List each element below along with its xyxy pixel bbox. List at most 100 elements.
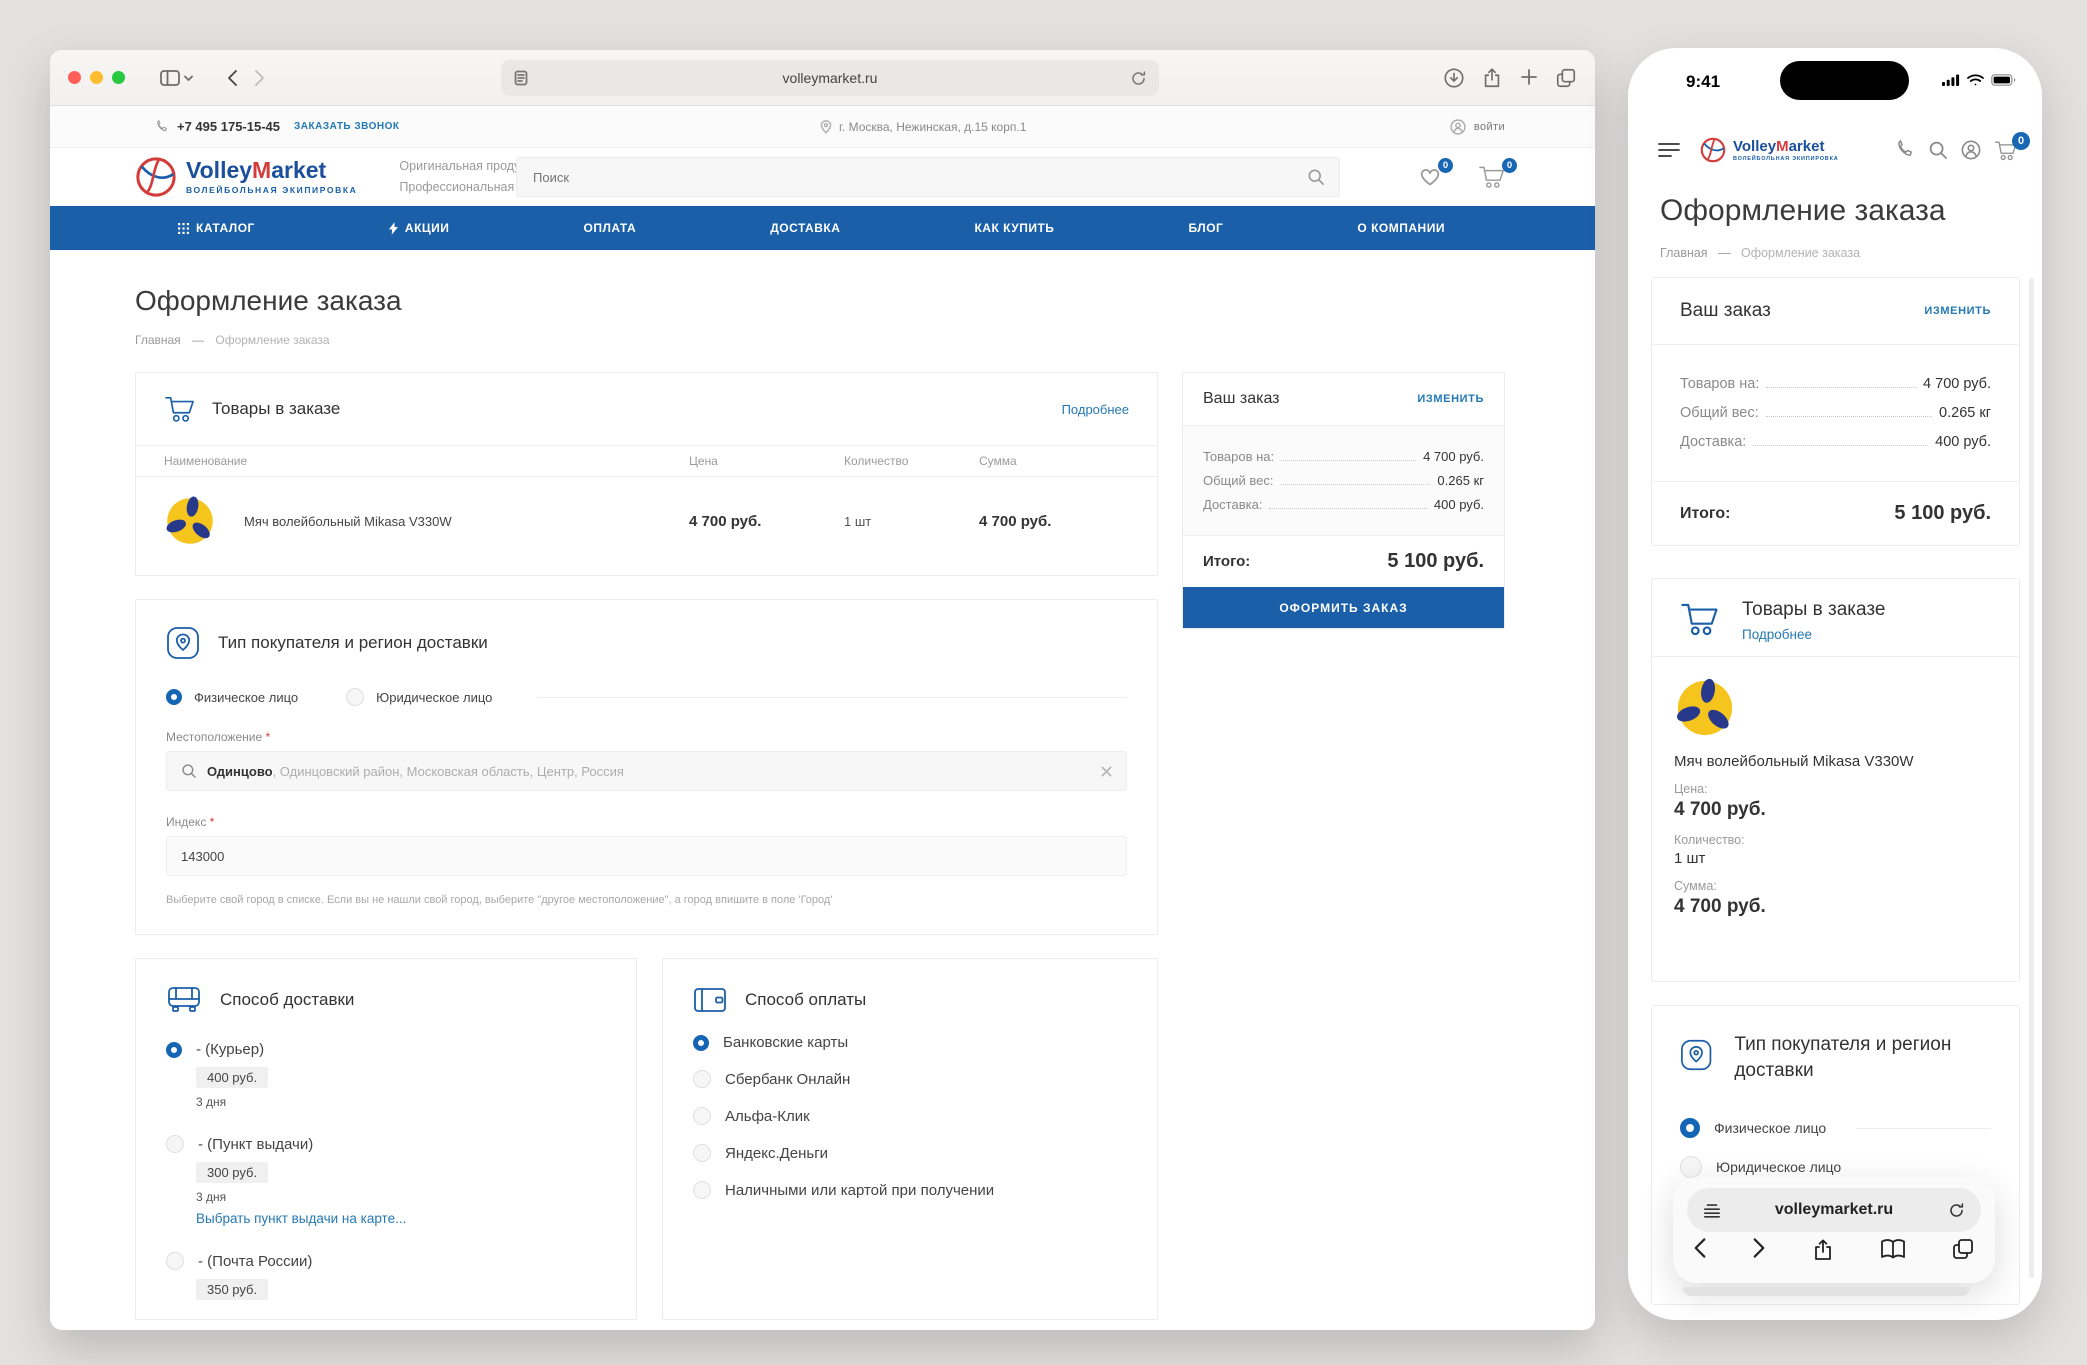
scrollbar[interactable] <box>2029 278 2034 1278</box>
post-label[interactable]: - (Почта России) <box>198 1253 312 1270</box>
breadcrumb-home[interactable]: Главная <box>135 333 181 347</box>
delivery-method-card: Способ доставки - (Курьер) 400 руб. 3 дн… <box>135 958 637 1320</box>
site-page: +7 495 175-15-45 ЗАКАЗАТЬ ЗВОНОК г. Моск… <box>50 106 1595 1320</box>
radio-bank-cards[interactable] <box>693 1035 709 1051</box>
product-image[interactable] <box>164 495 216 547</box>
total-value: 5 100 руб. <box>1387 550 1484 573</box>
cash-label[interactable]: Наличными или картой при получении <box>725 1182 994 1199</box>
nav-item-how-to-buy[interactable]: КАК КУПИТЬ <box>974 221 1054 235</box>
share-icon[interactable] <box>1811 1237 1835 1263</box>
downloads-icon[interactable] <box>1443 67 1465 89</box>
close-window-button[interactable] <box>68 71 81 84</box>
search-icon[interactable] <box>1307 168 1325 186</box>
courier-label[interactable]: - (Курьер) <box>196 1041 264 1058</box>
submit-order-button[interactable]: ОФОРМИТЬ ЗАКАЗ <box>1183 587 1504 628</box>
address-bar[interactable]: volleymarket.ru <box>501 60 1159 96</box>
breadcrumb: Главная — Оформление заказа <box>135 333 1505 347</box>
nav-item-blog[interactable]: БЛОГ <box>1188 221 1223 235</box>
breadcrumb-home[interactable]: Главная <box>1660 246 1708 260</box>
nav-item-about[interactable]: О КОМПАНИИ <box>1357 221 1445 235</box>
sberbank-label[interactable]: Сбербанк Онлайн <box>725 1071 850 1088</box>
dynamic-island <box>1780 61 1909 100</box>
payment-option-cards: Банковские карты <box>693 1034 1127 1051</box>
yandex-label[interactable]: Яндекс.Деньги <box>725 1145 828 1162</box>
order-items-more-link[interactable]: Подробнее <box>1062 402 1129 417</box>
delivery-option-pickup: - (Пункт выдачи) 300 руб. 3 дня Выбрать … <box>166 1135 606 1226</box>
brand-logo[interactable]: VolleyMarket ВОЛЕЙБОЛЬНАЯ ЭКИПИРОВКА <box>135 156 357 198</box>
bank-cards-label[interactable]: Банковские карты <box>723 1034 848 1051</box>
mobile-header: VolleyMarket ВОЛЕЙБОЛЬНАЯ ЭКИПИРОВКА 0 <box>1628 126 2042 174</box>
summary-edit-link[interactable]: ИЗМЕНИТЬ <box>1417 393 1484 405</box>
hamburger-menu-icon[interactable] <box>1658 142 1680 158</box>
cart-button[interactable]: 0 <box>1994 140 2018 161</box>
nav-item-delivery[interactable]: ДОСТАВКА <box>770 221 840 235</box>
reader-icon[interactable] <box>1703 1203 1721 1218</box>
index-label: Индекс <box>166 815 206 829</box>
account-icon[interactable] <box>1961 140 1981 160</box>
new-tab-icon[interactable] <box>1519 67 1539 89</box>
clear-icon[interactable] <box>1101 766 1112 777</box>
post-price-badge: 350 руб. <box>196 1279 268 1300</box>
phone-number[interactable]: +7 495 175-15-45 <box>177 119 280 134</box>
delivery-method-title: Способ доставки <box>220 990 354 1010</box>
login-link[interactable]: войти <box>1450 119 1505 135</box>
phone-icon[interactable] <box>1895 140 1915 160</box>
radio-legal-entity[interactable] <box>1680 1156 1702 1178</box>
mobile-brand-logo[interactable]: VolleyMarket ВОЛЕЙБОЛЬНАЯ ЭКИПИРОВКА <box>1700 137 1839 163</box>
nav-item-sales[interactable]: АКЦИИ <box>389 221 450 235</box>
radio-courier[interactable] <box>166 1042 182 1058</box>
radio-legal-entity-label[interactable]: Юридическое лицо <box>376 690 492 705</box>
order-items-more-link[interactable]: Подробнее <box>1742 627 1885 642</box>
radio-post[interactable] <box>166 1252 184 1270</box>
index-input[interactable] <box>181 849 1112 864</box>
radio-individual-label[interactable]: Физическое лицо <box>1714 1120 1826 1136</box>
order-summary-card: Ваш заказ ИЗМЕНИТЬ Товаров на:4 700 руб.… <box>1182 372 1505 629</box>
callback-link[interactable]: ЗАКАЗАТЬ ЗВОНОК <box>294 121 400 132</box>
mobile-url-text: volleymarket.ru <box>1775 1201 1893 1219</box>
product-name[interactable]: Мяч волейбольный Mikasa V330W <box>244 514 452 529</box>
forward-button[interactable] <box>254 69 265 87</box>
forward-icon[interactable] <box>1752 1237 1766 1259</box>
bookmarks-icon[interactable] <box>1880 1237 1906 1261</box>
product-image[interactable] <box>1674 677 1736 739</box>
search-input[interactable] <box>517 170 1307 185</box>
alfa-label[interactable]: Альфа-Клик <box>725 1108 810 1125</box>
radio-individual[interactable] <box>166 689 182 705</box>
reload-icon[interactable] <box>1948 1202 1965 1219</box>
zoom-window-button[interactable] <box>112 71 125 84</box>
sidebar-toggle-icon[interactable] <box>160 70 193 86</box>
minimize-window-button[interactable] <box>90 71 103 84</box>
nav-item-payment[interactable]: ОПЛАТА <box>583 221 636 235</box>
tabs-icon[interactable] <box>1951 1237 1975 1261</box>
favorites-button[interactable]: 0 <box>1418 165 1442 192</box>
nav-item-catalog[interactable]: КАТАЛОГ <box>178 221 255 235</box>
search-bar <box>516 157 1340 197</box>
summary-edit-link[interactable]: ИЗМЕНИТЬ <box>1924 305 1991 317</box>
back-icon[interactable] <box>1693 1237 1707 1259</box>
radio-alfa[interactable] <box>693 1107 711 1125</box>
back-button[interactable] <box>227 69 238 87</box>
cart-button[interactable]: 0 <box>1478 165 1506 194</box>
search-icon[interactable] <box>1928 140 1948 160</box>
reload-icon[interactable] <box>1130 70 1147 87</box>
location-field[interactable]: Одинцово, Одинцовский район, Московская … <box>166 751 1127 791</box>
radio-cash[interactable] <box>693 1181 711 1199</box>
summary-row: Общий вес:0.265 кг <box>1203 473 1484 488</box>
radio-pickup[interactable] <box>166 1135 184 1153</box>
mobile-address-bar[interactable]: volleymarket.ru <box>1687 1188 1981 1232</box>
radio-individual[interactable] <box>1680 1118 1700 1138</box>
pickup-label[interactable]: - (Пункт выдачи) <box>198 1136 313 1153</box>
radio-sberbank[interactable] <box>693 1070 711 1088</box>
radio-yandex[interactable] <box>693 1144 711 1162</box>
pickup-map-link[interactable]: Выбрать пункт выдачи на карте... <box>196 1211 606 1226</box>
radio-legal-entity-label[interactable]: Юридическое лицо <box>1716 1159 1841 1175</box>
radio-individual-label[interactable]: Физическое лицо <box>194 690 298 705</box>
tabs-overview-icon[interactable] <box>1555 67 1577 89</box>
login-label: войти <box>1474 121 1505 133</box>
product-name[interactable]: Мяч волейбольный Mikasa V330W <box>1674 753 1997 770</box>
sum-label: Сумма: <box>1674 879 1997 893</box>
share-icon[interactable] <box>1481 67 1503 89</box>
radio-legal-entity[interactable] <box>346 688 364 706</box>
status-icons <box>1942 74 2016 86</box>
payment-method-card: Способ оплаты Банковские карты Сбербанк … <box>662 958 1158 1320</box>
